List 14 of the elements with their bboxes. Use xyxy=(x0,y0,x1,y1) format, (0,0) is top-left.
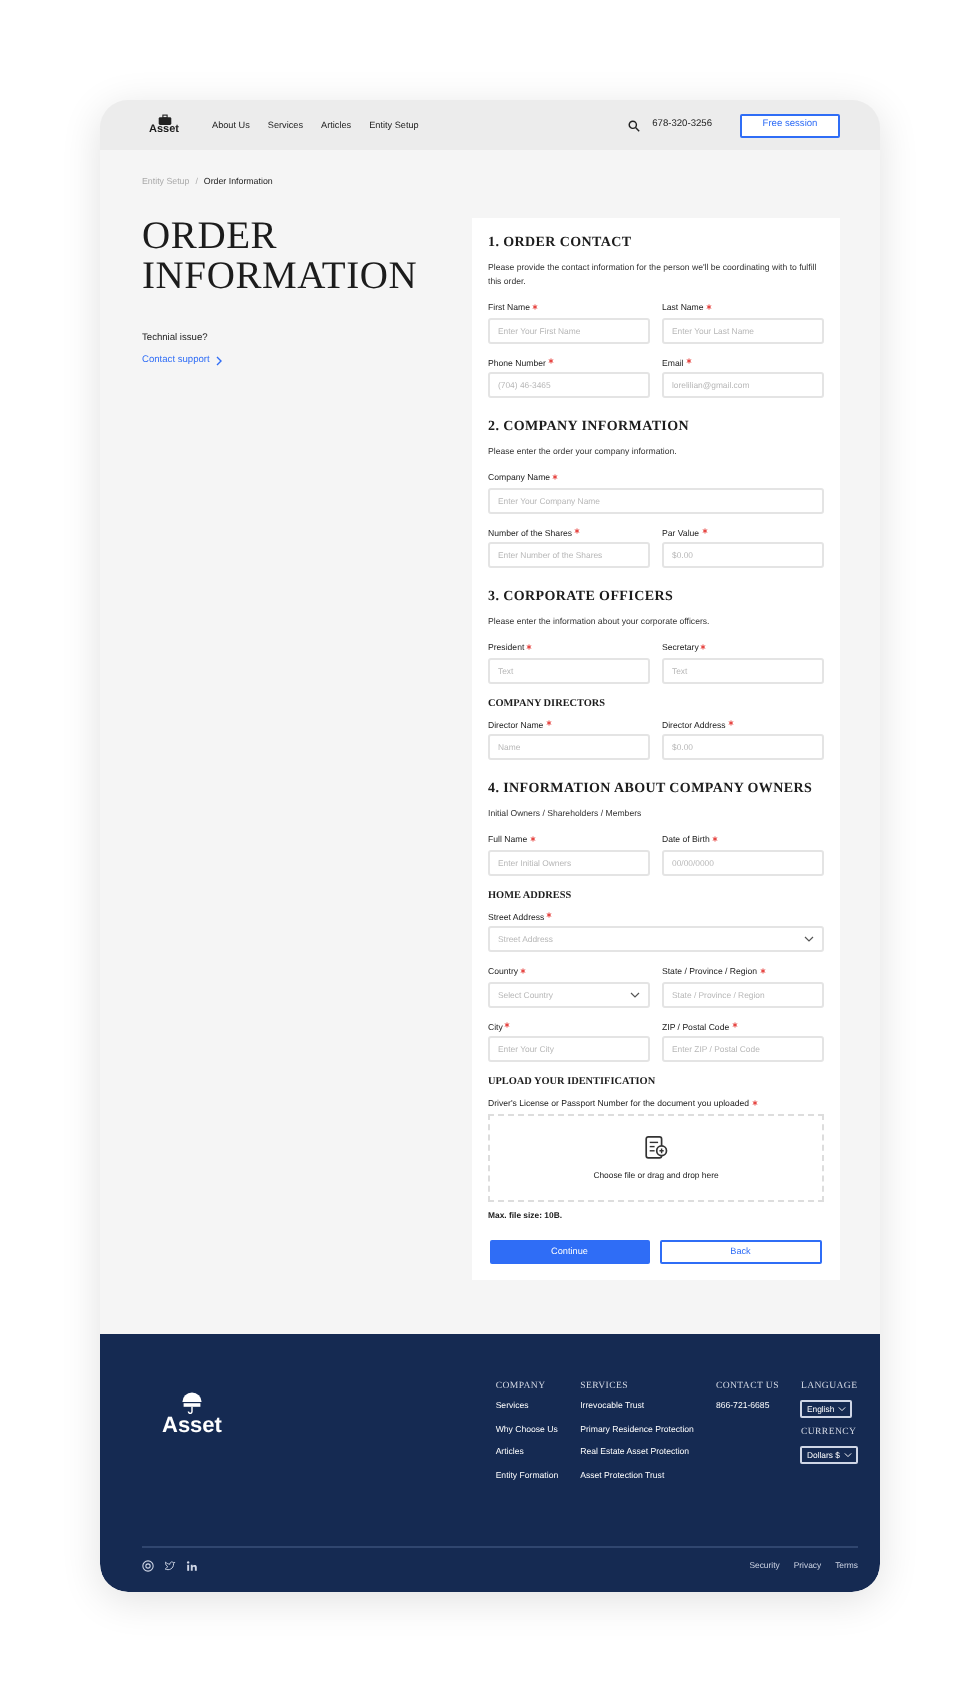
linkedin-icon[interactable] xyxy=(186,1559,198,1571)
chevron-right-icon xyxy=(215,356,222,366)
search-icon[interactable] xyxy=(628,119,641,131)
page-title: ORDER INFORMATION xyxy=(142,218,420,298)
chevron-down-icon xyxy=(838,1406,847,1412)
chevron-down-icon xyxy=(630,991,640,997)
briefcase-icon xyxy=(157,113,171,126)
chevron-down-icon xyxy=(844,1452,852,1458)
document-icon xyxy=(642,1134,670,1162)
twitter-icon[interactable] xyxy=(164,1559,176,1571)
footer-logo[interactable]: Asset xyxy=(162,1413,222,1437)
instagram-icon[interactable] xyxy=(142,1559,154,1571)
chevron-down-icon xyxy=(804,936,814,942)
umbrella-icon xyxy=(179,1389,204,1413)
